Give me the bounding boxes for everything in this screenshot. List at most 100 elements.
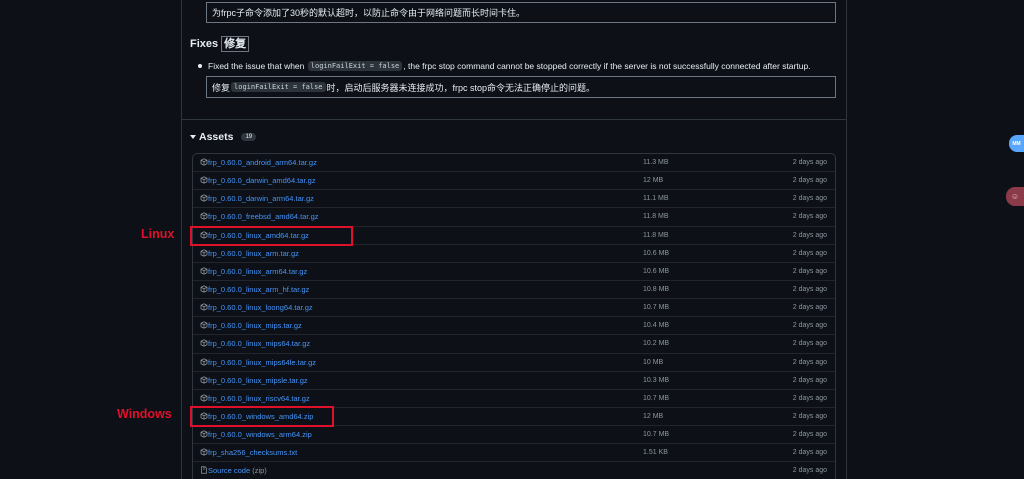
asset-link[interactable]: frp_0.60.0_linux_mips64le.tar.gz <box>208 358 316 367</box>
asset-date: 2 days ago <box>792 249 827 257</box>
asset-size: 10.7 MB <box>643 394 670 402</box>
asset-row: frp_0.60.0_darwin_amd64.tar.gz 12 MB 2 day… <box>193 172 835 191</box>
fixes-heading: Fixes 修复 <box>190 36 250 52</box>
asset-size: 11.1 MB <box>643 195 669 203</box>
asset-row: frp_0.60.0_freebsd_amd64.tar.gz 11.8 MB 2 … <box>193 208 835 227</box>
source-code-label: Source code <box>208 466 251 476</box>
translation-text: 为frpc子命令添加了30秒的默认超时，以防止命令由于网络问题而长时间卡住。 <box>212 8 526 18</box>
asset-row: frp_0.60.0_linux_mipsle.tar.gz 10.3 MB 2 d… <box>193 372 835 390</box>
package-icon <box>200 158 208 166</box>
asset-link[interactable]: frp_0.60.0_linux_mipsle.tar.gz <box>208 376 308 385</box>
asset-row: frp_0.60.0_linux_amd64.tar.gz 11.8 MB 2 da… <box>193 227 835 245</box>
asset-link[interactable]: frp_0.60.0_linux_riscv64.tar.gz <box>208 394 310 403</box>
package-icon <box>200 303 208 311</box>
asset-size: 12 MB <box>643 177 664 185</box>
floating-avatar-button[interactable]: MM <box>1009 135 1024 152</box>
asset-link[interactable]: frp_0.60.0_linux_mips64.tar.gz <box>208 339 310 348</box>
asset-link[interactable]: frp_sha256_checksums.txt <box>208 448 297 457</box>
package-icon <box>200 339 208 348</box>
asset-link[interactable]: frp_0.60.0_windows_arm64.zip <box>208 430 312 439</box>
fix-text-after: , the frpc stop command cannot be stoppe… <box>403 60 811 71</box>
asset-date: 2 days ago <box>792 358 827 366</box>
asset-link[interactable]: frp_0.60.0_darwin_arm64.tar.gz <box>208 194 314 203</box>
fixes-heading-cn: 修复 <box>221 36 250 52</box>
asset-size: 11.8 MB <box>643 231 669 239</box>
fix-text-before: Fixed the issue that when <box>208 60 305 71</box>
asset-link[interactable]: frp_0.60.0_linux_amd64.tar.gz <box>208 231 309 240</box>
source-code-suffix: (zip) <box>252 466 267 476</box>
asset-link[interactable]: frp_0.60.0_linux_mips.tar.gz <box>208 321 302 330</box>
asset-link[interactable]: frp_0.60.0_android_arm64.tar.gz <box>208 158 317 167</box>
package-icon <box>200 448 208 456</box>
translation-box: 为frpc子命令添加了30秒的默认超时，以防止命令由于网络问题而长时间卡住。 <box>206 2 836 23</box>
package-icon <box>200 394 208 402</box>
asset-date: 2 days ago <box>792 304 827 312</box>
asset-size: 10 MB <box>643 358 664 366</box>
asset-date: 2 days ago <box>792 267 827 275</box>
asset-row: frp_0.60.0_linux_arm_hf.tar.gz 10.8 MB 2 d… <box>193 281 835 300</box>
package-icon <box>200 376 208 384</box>
asset-date: 2 days ago <box>792 376 827 384</box>
assets-label: Assets <box>199 131 234 143</box>
asset-size: 10.4 MB <box>643 322 670 330</box>
file-zip-icon <box>200 466 208 475</box>
asset-date: 2 days ago <box>792 467 827 475</box>
asset-date: 2 days ago <box>792 322 827 330</box>
asset-row: frp_0.60.0_linux_arm64.tar.gz 10.6 MB 2 da… <box>193 263 835 281</box>
package-icon <box>200 230 208 239</box>
bullet-icon <box>198 63 202 68</box>
asset-size: 10.7 MB <box>643 431 670 439</box>
asset-size: 1.51 KB <box>643 449 668 457</box>
asset-row: frp_0.60.0_linux_mips64le.tar.gz 10 MB 2 d… <box>193 354 835 372</box>
asset-link[interactable]: frp_0.60.0_linux_arm.tar.gz <box>208 249 299 258</box>
asset-date: 2 days ago <box>792 449 827 457</box>
asset-size: 10.2 MB <box>643 340 670 348</box>
triangle-down-icon <box>190 135 196 139</box>
asset-date: 2 days ago <box>792 413 827 421</box>
assets-count-badge: 19 <box>241 133 257 141</box>
source-code-link[interactable]: Source code (zip) <box>208 466 267 475</box>
package-icon <box>200 285 208 293</box>
asset-date: 2 days ago <box>792 177 827 185</box>
asset-date: 2 days ago <box>792 231 827 239</box>
asset-link[interactable]: frp_0.60.0_linux_arm_hf.tar.gz <box>208 285 309 294</box>
assistant-icon: ☺ <box>1010 192 1020 201</box>
asset-date: 2 days ago <box>792 213 827 221</box>
package-icon <box>200 357 208 366</box>
asset-row: frp_0.60.0_android_arm64.tar.gz 11.3 MB 2 … <box>193 154 835 173</box>
asset-date: 2 days ago <box>792 340 827 348</box>
fix-translation-after: 时，启动后服务器未连接成功，frpc stop命令无法正确停止的问题。 <box>326 82 596 93</box>
asset-size: 12 MB <box>643 413 664 421</box>
asset-link[interactable]: frp_0.60.0_linux_loong64.tar.gz <box>208 303 313 312</box>
asset-size: 10.6 MB <box>643 267 670 275</box>
asset-link[interactable]: frp_0.60.0_linux_arm64.tar.gz <box>208 267 307 276</box>
asset-row: frp_0.60.0_linux_mips.tar.gz 10.4 MB 2 day… <box>193 317 835 336</box>
asset-row: frp_0.60.0_linux_mips64.tar.gz 10.2 MB 2 d… <box>193 335 835 354</box>
asset-row: frp_0.60.0_linux_arm.tar.gz 10.6 MB 2 days… <box>193 245 835 263</box>
floating-assistant-button[interactable]: ☺ <box>1006 187 1024 206</box>
asset-row: frp_sha256_checksums.txt 1.51 KB 2 days ag… <box>193 444 835 463</box>
asset-link[interactable]: frp_0.60.0_windows_amd64.zip <box>208 412 313 421</box>
fix-translation-box: 修复 loginFailExit = false 时，启动后服务器未连接成功，frp… <box>206 76 836 98</box>
asset-row: frp_0.60.0_darwin_arm64.tar.gz 11.1 MB 2 d… <box>193 190 835 209</box>
asset-date: 2 days ago <box>792 394 827 402</box>
package-icon <box>200 249 208 257</box>
asset-size: 11.3 MB <box>643 159 669 167</box>
asset-date: 2 days ago <box>792 159 827 167</box>
asset-link[interactable]: frp_0.60.0_freebsd_amd64.tar.gz <box>208 212 319 221</box>
windows-annotation: Windows <box>117 407 172 421</box>
asset-date: 2 days ago <box>792 431 827 439</box>
fix-translation-before: 修复 <box>212 82 231 93</box>
asset-row: frp_0.60.0_linux_loong64.tar.gz 10.7 MB 2 … <box>193 299 835 318</box>
source-code-row: Source code (zip) 2 days ago <box>193 462 835 479</box>
package-icon <box>200 212 208 221</box>
package-icon <box>200 430 208 438</box>
floating-avatar-text: MM <box>1012 140 1021 147</box>
package-icon <box>200 176 208 184</box>
asset-row: frp_0.60.0_windows_arm64.zip 10.7 MB 2 day… <box>193 426 835 445</box>
asset-size: 10.7 MB <box>643 304 670 312</box>
assets-toggle[interactable]: Assets 19 <box>190 130 257 144</box>
package-icon <box>200 267 208 275</box>
asset-size: 10.3 MB <box>643 376 670 384</box>
asset-link[interactable]: frp_0.60.0_darwin_amd64.tar.gz <box>208 176 316 185</box>
